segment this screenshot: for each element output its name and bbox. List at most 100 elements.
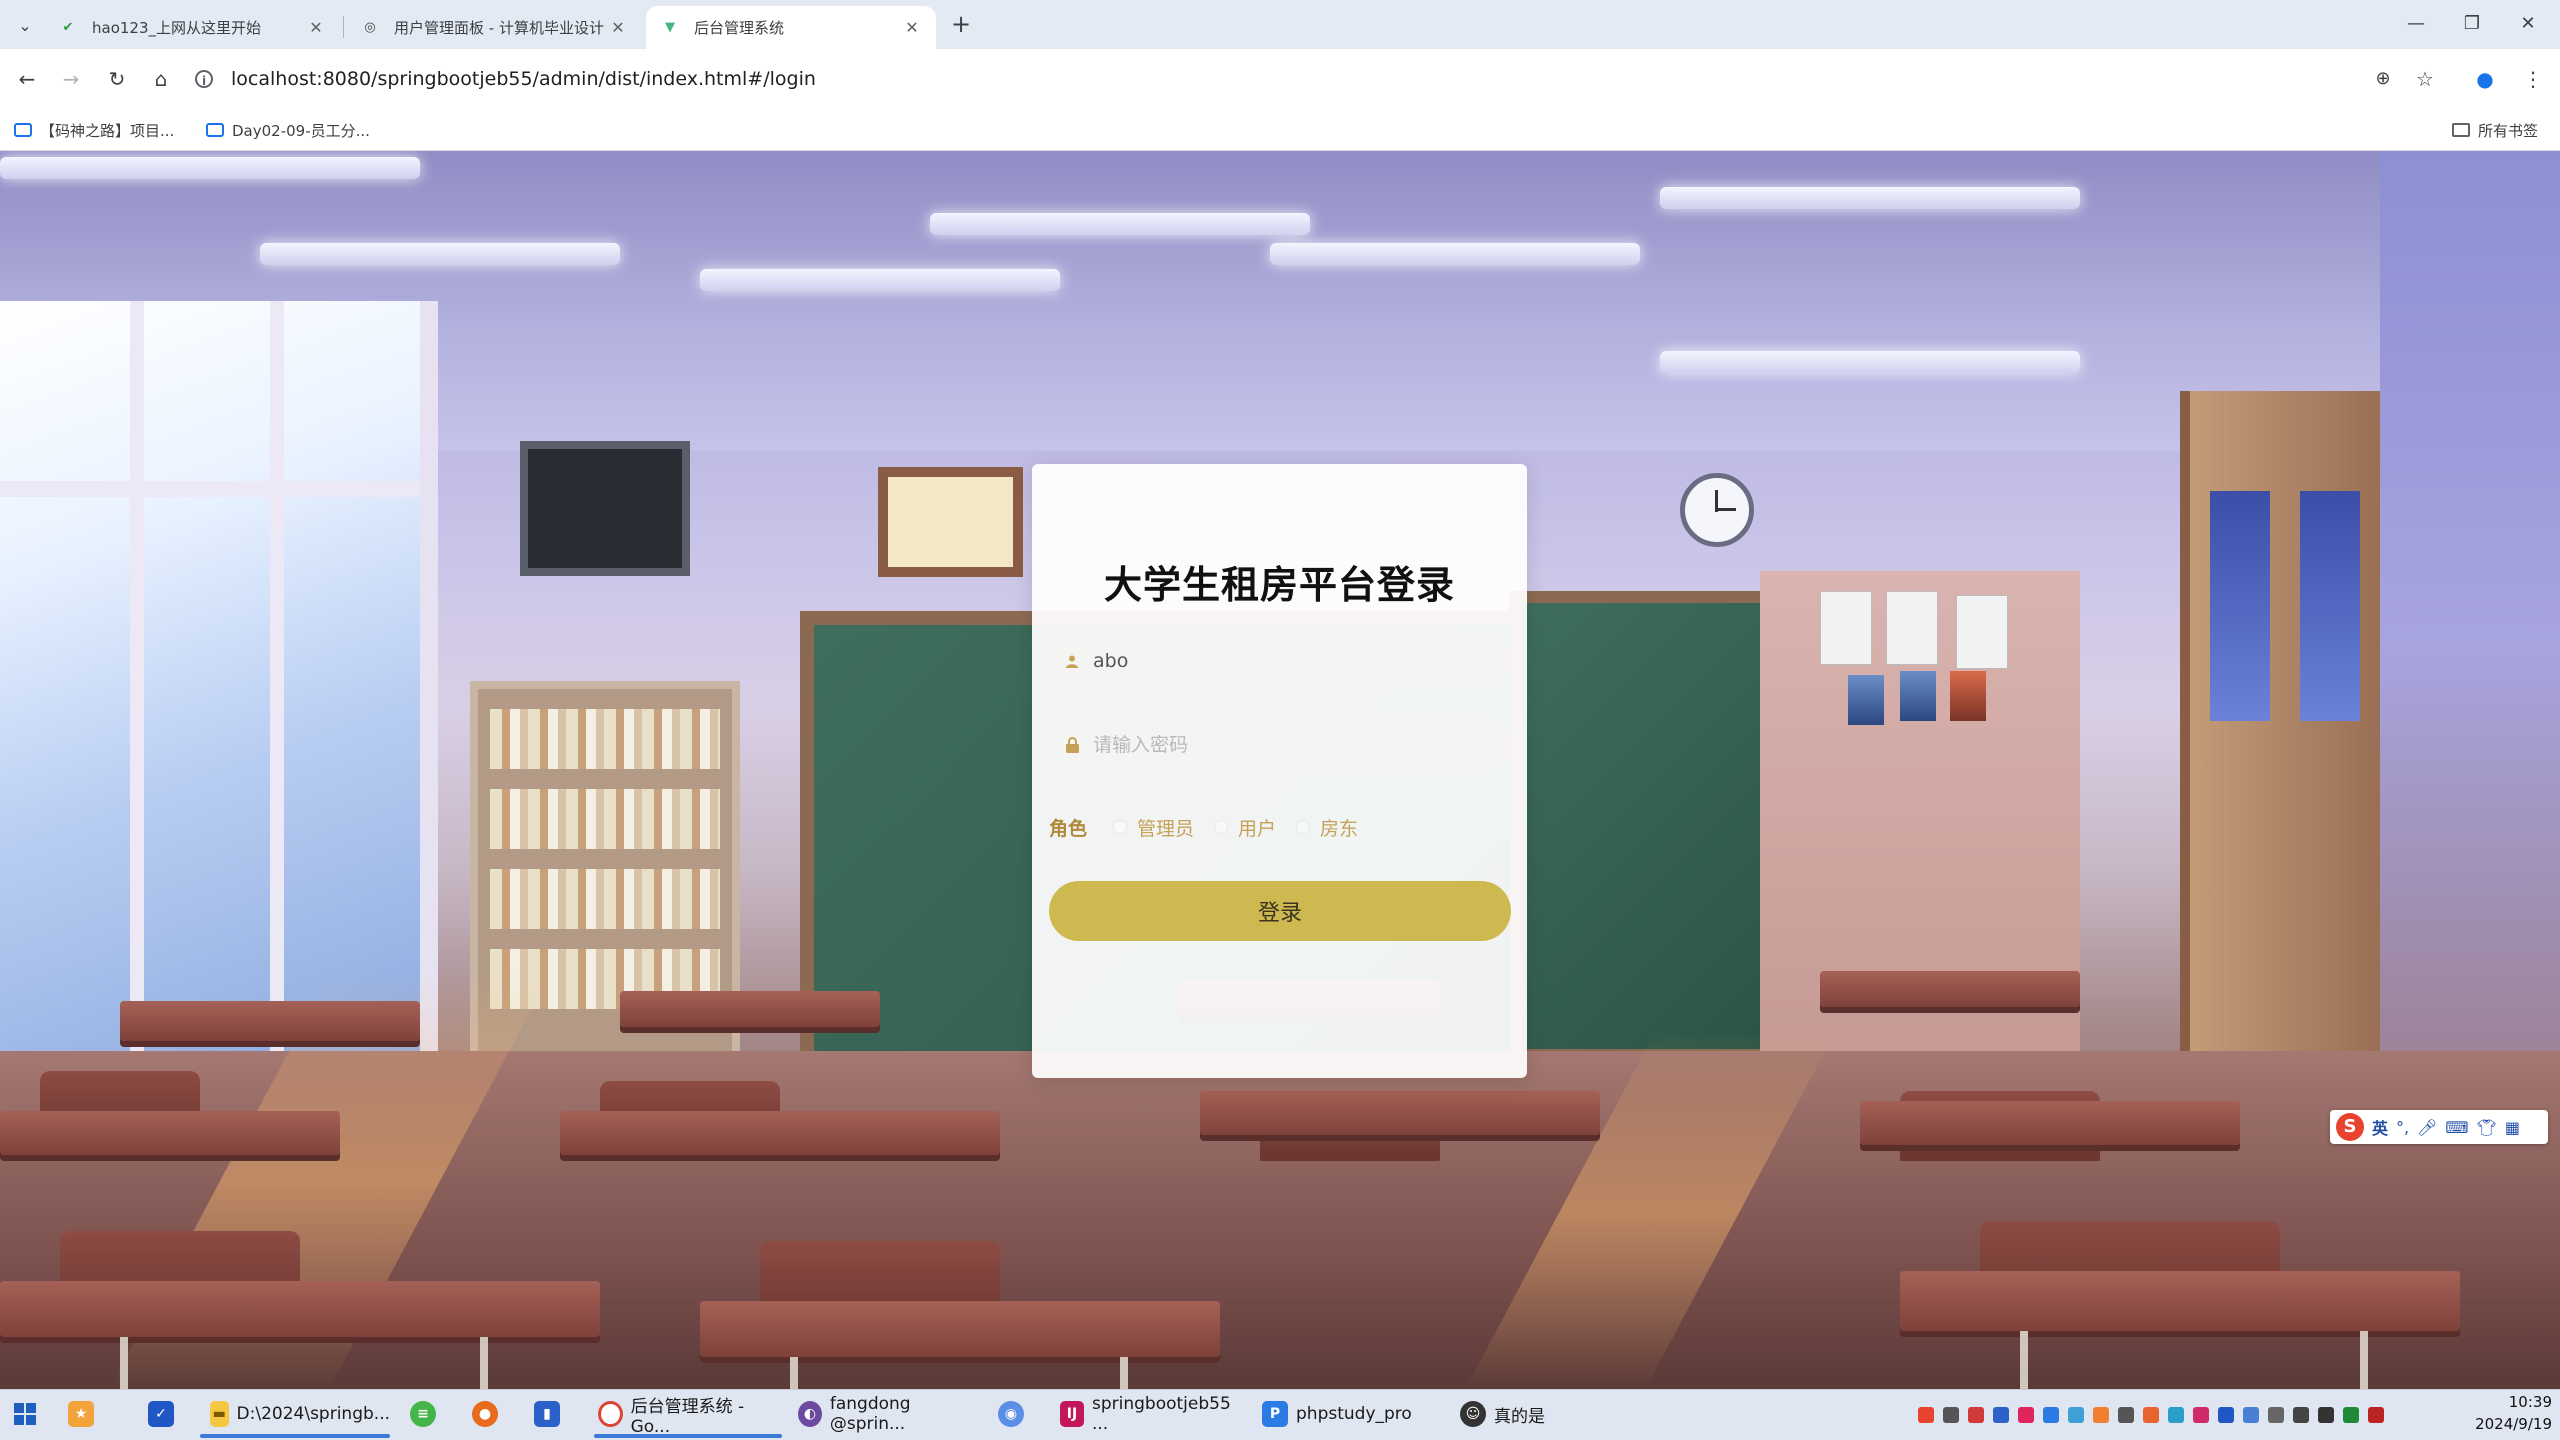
app-icon: ◉: [998, 1401, 1024, 1427]
shelf-books: [490, 869, 720, 929]
radio-icon[interactable]: [1296, 820, 1311, 834]
home-button[interactable]: ⌂: [144, 62, 178, 96]
role-option-admin[interactable]: 管理员: [1113, 814, 1194, 841]
tray-icon[interactable]: [2218, 1407, 2234, 1423]
ime-punctuation[interactable]: °,: [2396, 1118, 2409, 1137]
bookmark-item[interactable]: 【码神之路】项目...: [14, 114, 174, 146]
desk: [1900, 1271, 2460, 1331]
site-info-icon[interactable]: i: [195, 70, 213, 88]
url-text[interactable]: localhost:8080/springbootjeb55/admin/dis…: [231, 68, 816, 90]
tray-icon[interactable]: [2068, 1407, 2084, 1423]
taskbar-item-explorer[interactable]: ▬ D:\2024\springb...: [210, 1392, 390, 1436]
tray-icon[interactable]: [2118, 1407, 2134, 1423]
all-bookmarks-label: 所有书签: [2478, 121, 2539, 140]
taskbar-pinned-app[interactable]: ◉: [998, 1392, 1032, 1436]
nvidia-icon[interactable]: [2343, 1407, 2359, 1423]
close-tab-icon[interactable]: ✕: [306, 18, 326, 38]
tray-icon[interactable]: [2193, 1407, 2209, 1423]
taskbar-item-eclipse[interactable]: ◐ fangdong @sprin...: [798, 1392, 978, 1436]
taskbar-item-intellij[interactable]: IJ springbootjeb55 ...: [1060, 1392, 1240, 1436]
password-input[interactable]: [1091, 733, 1495, 757]
ceiling-light: [260, 243, 620, 265]
minimize-window-button[interactable]: —: [2396, 8, 2436, 40]
notice-paper: [1820, 591, 1872, 665]
volume-icon[interactable]: [2293, 1407, 2309, 1423]
start-button[interactable]: [14, 1392, 36, 1436]
role-option-user[interactable]: 用户: [1214, 814, 1276, 841]
taskbar-pinned-app[interactable]: ▮: [534, 1392, 568, 1436]
tab-hao123[interactable]: ✔ hao123_上网从这里开始 ✕: [44, 6, 340, 49]
keyboard-icon[interactable]: ⌨: [2445, 1118, 2468, 1137]
forward-button[interactable]: →: [54, 62, 88, 96]
tray-icon[interactable]: [1993, 1407, 2009, 1423]
restore-window-button[interactable]: ❐: [2452, 8, 2492, 40]
poster: [1950, 671, 1986, 721]
hao123-favicon-icon: ✔: [62, 20, 74, 35]
tray-icon[interactable]: [1968, 1407, 1984, 1423]
folder-icon: ▬: [210, 1401, 229, 1427]
tray-icon[interactable]: [2093, 1407, 2109, 1423]
tray-icon[interactable]: [2243, 1407, 2259, 1423]
taskbar-pinned-app[interactable]: ≡: [410, 1392, 444, 1436]
username-input[interactable]: [1091, 649, 1495, 673]
tab-user-panel[interactable]: ◎ 用户管理面板 - 计算机毕业设计 ✕: [346, 6, 642, 49]
tray-icon[interactable]: [2143, 1407, 2159, 1423]
profile-avatar-icon[interactable]: ●: [2468, 62, 2502, 96]
radio-icon[interactable]: [1214, 820, 1229, 834]
tab-admin-system[interactable]: ▼ 后台管理系统 ✕: [646, 6, 936, 49]
taskbar-item-label: fangdong @sprin...: [829, 1394, 911, 1434]
bookmark-item[interactable]: Day02-09-员工分...: [206, 114, 370, 146]
window-frame: [130, 301, 144, 1061]
tab-title: 用户管理面板 - 计算机毕业设计: [394, 19, 604, 37]
close-tab-icon[interactable]: ✕: [608, 18, 628, 38]
shelf-books: [490, 709, 720, 769]
tray-icon[interactable]: [2018, 1407, 2034, 1423]
role-option-landlord[interactable]: 房东: [1296, 814, 1358, 841]
bookmark-star-icon[interactable]: ☆: [2408, 62, 2442, 96]
skin-icon[interactable]: 👕︎: [2477, 1118, 2497, 1137]
taskbar-item-phpstudy[interactable]: P phpstudy_pro: [1262, 1392, 1442, 1436]
bookmark-favicon-icon: [206, 123, 224, 137]
login-button[interactable]: 登录: [1049, 881, 1511, 941]
taskbar-clock[interactable]: 10:39 2024/9/19: [2452, 1391, 2552, 1437]
network-icon[interactable]: [2318, 1407, 2334, 1423]
zoom-icon[interactable]: ⊕: [2366, 62, 2400, 96]
tray-icon[interactable]: [2043, 1407, 2059, 1423]
taskbar-item-label: springbootjeb55 ...: [1091, 1394, 1231, 1434]
tray-icon[interactable]: [2368, 1407, 2384, 1423]
tab-search-chevron-icon[interactable]: ⌄: [10, 10, 40, 40]
taskbar-item-label: 真的是: [1494, 1406, 1545, 1427]
role-option-label: 用户: [1238, 817, 1277, 840]
toolbox-icon[interactable]: ▦: [2505, 1118, 2520, 1137]
tray-icon[interactable]: [1943, 1407, 1959, 1423]
all-bookmarks-button[interactable]: 所有书签: [2452, 114, 2538, 146]
taskbar-pinned-app[interactable]: ★: [68, 1392, 102, 1436]
back-button[interactable]: ←: [10, 62, 44, 96]
tray-icon[interactable]: [2168, 1407, 2184, 1423]
address-bar[interactable]: i localhost:8080/springbootjeb55/admin/d…: [195, 60, 2385, 98]
microphone-icon[interactable]: 🎤︎: [2417, 1118, 2437, 1137]
new-tab-button[interactable]: +: [948, 12, 974, 38]
door-window: [2300, 491, 2360, 721]
battery-icon[interactable]: [2268, 1407, 2284, 1423]
shelf-books: [490, 789, 720, 849]
ceiling-light: [1270, 243, 1640, 265]
username-field[interactable]: [1049, 632, 1511, 690]
close-tab-icon[interactable]: ✕: [902, 18, 922, 38]
taskbar-pinned-app[interactable]: ✓: [148, 1392, 182, 1436]
app-icon: ☺: [1460, 1401, 1486, 1427]
radio-icon[interactable]: [1113, 820, 1128, 834]
password-field[interactable]: [1049, 716, 1511, 774]
ime-mode[interactable]: 英: [2372, 1115, 2388, 1139]
ime-toolbar[interactable]: S 英 °, 🎤︎ ⌨ 👕︎ ▦: [2330, 1110, 2548, 1144]
close-window-button[interactable]: ✕: [2508, 8, 2548, 40]
taskbar-pinned-app[interactable]: ●: [472, 1392, 506, 1436]
ceiling-light: [1660, 187, 2080, 209]
browser-menu-icon[interactable]: ⋮: [2516, 62, 2550, 96]
sogou-ime-icon[interactable]: S: [2336, 1113, 2364, 1141]
sogou-tray-icon[interactable]: [1918, 1407, 1934, 1423]
reload-button[interactable]: ↻: [100, 62, 134, 96]
taskbar-item-app[interactable]: ☺ 真的是: [1460, 1392, 1640, 1436]
taskbar-item-chrome[interactable]: 后台管理系统 - Go...: [598, 1392, 778, 1437]
active-indicator: [200, 1434, 390, 1438]
